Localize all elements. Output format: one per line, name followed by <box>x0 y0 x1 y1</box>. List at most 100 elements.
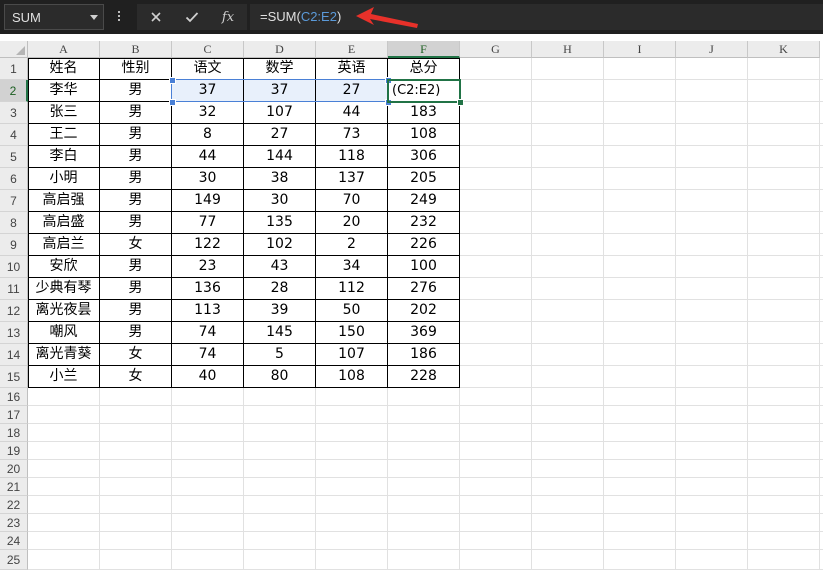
cell-b2[interactable]: 男 <box>100 80 172 102</box>
cell-c4[interactable]: 8 <box>172 124 244 146</box>
cell-a1[interactable]: 姓名 <box>28 58 100 80</box>
cell-b3[interactable]: 男 <box>100 102 172 124</box>
cell-a12[interactable]: 离光夜昙 <box>28 300 100 322</box>
cell-e6[interactable]: 137 <box>316 168 388 190</box>
cell-d12[interactable]: 39 <box>244 300 316 322</box>
cell-e13[interactable]: 150 <box>316 322 388 344</box>
cell-a14[interactable]: 离光青葵 <box>28 344 100 366</box>
row-header-3[interactable]: 3 <box>0 102 28 124</box>
cell-d7[interactable]: 30 <box>244 190 316 212</box>
cell-e4[interactable]: 73 <box>316 124 388 146</box>
cell-d3[interactable]: 107 <box>244 102 316 124</box>
cell-a9[interactable]: 高启兰 <box>28 234 100 256</box>
row-header-19[interactable]: 19 <box>0 442 28 460</box>
row-header-16[interactable]: 16 <box>0 388 28 406</box>
cell-a3[interactable]: 张三 <box>28 102 100 124</box>
column-header-b[interactable]: B <box>100 41 172 58</box>
cell-a8[interactable]: 高启盛 <box>28 212 100 234</box>
row-header-12[interactable]: 12 <box>0 300 28 322</box>
cell-c1[interactable]: 语文 <box>172 58 244 80</box>
range-handle[interactable] <box>169 99 176 106</box>
cancel-icon[interactable] <box>141 4 171 30</box>
cell-f10[interactable]: 100 <box>388 256 460 278</box>
row-header-14[interactable]: 14 <box>0 344 28 366</box>
column-header-j[interactable]: J <box>676 41 748 58</box>
cell-b9[interactable]: 女 <box>100 234 172 256</box>
column-header-f[interactable]: F <box>388 41 460 58</box>
cell-f14[interactable]: 186 <box>388 344 460 366</box>
cell-e15[interactable]: 108 <box>316 366 388 388</box>
cell-a11[interactable]: 少典有琴 <box>28 278 100 300</box>
cell-b14[interactable]: 女 <box>100 344 172 366</box>
cell-a5[interactable]: 李白 <box>28 146 100 168</box>
cell-a6[interactable]: 小明 <box>28 168 100 190</box>
cell-a7[interactable]: 高启强 <box>28 190 100 212</box>
cell-b4[interactable]: 男 <box>100 124 172 146</box>
cell-a4[interactable]: 王二 <box>28 124 100 146</box>
range-handle[interactable] <box>385 99 392 106</box>
cell-c14[interactable]: 74 <box>172 344 244 366</box>
column-header-h[interactable]: H <box>532 41 604 58</box>
more-options-icon[interactable] <box>117 9 121 25</box>
cell-d4[interactable]: 27 <box>244 124 316 146</box>
cell-d9[interactable]: 102 <box>244 234 316 256</box>
cell-f8[interactable]: 232 <box>388 212 460 234</box>
chevron-down-icon[interactable] <box>90 15 98 20</box>
column-header-i[interactable]: I <box>604 41 676 58</box>
cell-b15[interactable]: 女 <box>100 366 172 388</box>
row-header-13[interactable]: 13 <box>0 322 28 344</box>
cell-b8[interactable]: 男 <box>100 212 172 234</box>
cell-f13[interactable]: 369 <box>388 322 460 344</box>
cell-f6[interactable]: 205 <box>388 168 460 190</box>
row-header-18[interactable]: 18 <box>0 424 28 442</box>
name-box[interactable]: SUM <box>4 4 104 30</box>
cell-d14[interactable]: 5 <box>244 344 316 366</box>
column-header-g[interactable]: G <box>460 41 532 58</box>
row-header-25[interactable]: 25 <box>0 550 28 570</box>
cell-b7[interactable]: 男 <box>100 190 172 212</box>
row-header-23[interactable]: 23 <box>0 514 28 532</box>
cell-a15[interactable]: 小兰 <box>28 366 100 388</box>
row-header-1[interactable]: 1 <box>0 58 28 80</box>
cell-c15[interactable]: 40 <box>172 366 244 388</box>
cell-c8[interactable]: 77 <box>172 212 244 234</box>
cell-f9[interactable]: 226 <box>388 234 460 256</box>
cell-e10[interactable]: 34 <box>316 256 388 278</box>
cell-c5[interactable]: 44 <box>172 146 244 168</box>
cell-d11[interactable]: 28 <box>244 278 316 300</box>
cell-b12[interactable]: 男 <box>100 300 172 322</box>
row-header-10[interactable]: 10 <box>0 256 28 278</box>
cell-c7[interactable]: 149 <box>172 190 244 212</box>
column-header-d[interactable]: D <box>244 41 316 58</box>
spreadsheet-grid[interactable]: A B C D E F G H I J K 1 2 3 4 5 6 7 8 9 10 11 12 13 14 15 16 17 18 19… <box>0 41 823 570</box>
column-header-k[interactable]: K <box>748 41 820 58</box>
row-header-24[interactable]: 24 <box>0 532 28 550</box>
cell-b6[interactable]: 男 <box>100 168 172 190</box>
cell-e2[interactable]: 27 <box>316 80 388 102</box>
cell-b1[interactable]: 性别 <box>100 58 172 80</box>
cell-c3[interactable]: 32 <box>172 102 244 124</box>
row-header-2[interactable]: 2 <box>0 80 28 102</box>
cell-f12[interactable]: 202 <box>388 300 460 322</box>
cell-f7[interactable]: 249 <box>388 190 460 212</box>
select-all-corner[interactable] <box>0 41 28 58</box>
cell-d1[interactable]: 数学 <box>244 58 316 80</box>
row-header-7[interactable]: 7 <box>0 190 28 212</box>
row-header-21[interactable]: 21 <box>0 478 28 496</box>
cell-e7[interactable]: 70 <box>316 190 388 212</box>
cell-c13[interactable]: 74 <box>172 322 244 344</box>
row-header-8[interactable]: 8 <box>0 212 28 234</box>
cell-e8[interactable]: 20 <box>316 212 388 234</box>
cell-d8[interactable]: 135 <box>244 212 316 234</box>
cell-d6[interactable]: 38 <box>244 168 316 190</box>
cell-a10[interactable]: 安欣 <box>28 256 100 278</box>
cell-c11[interactable]: 136 <box>172 278 244 300</box>
cell-a13[interactable]: 嘲风 <box>28 322 100 344</box>
row-header-9[interactable]: 9 <box>0 234 28 256</box>
cell-c2[interactable]: 37 <box>172 80 244 102</box>
cell-d10[interactable]: 43 <box>244 256 316 278</box>
cell-f5[interactable]: 306 <box>388 146 460 168</box>
cell-a2[interactable]: 李华 <box>28 80 100 102</box>
row-header-5[interactable]: 5 <box>0 146 28 168</box>
cell-d5[interactable]: 144 <box>244 146 316 168</box>
